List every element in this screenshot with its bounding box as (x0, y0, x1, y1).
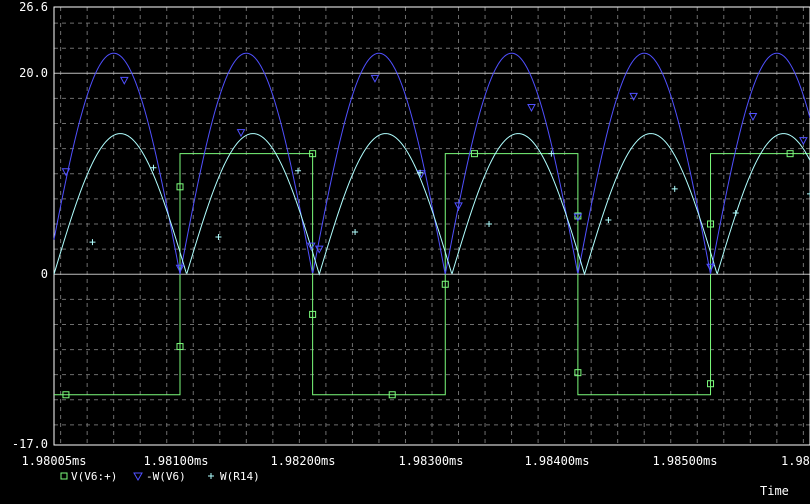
series-1-marker-6 (370, 74, 380, 83)
series-2-marker-8 (605, 216, 612, 223)
legend-marker-plus (208, 473, 214, 479)
series-2-marker-9 (671, 185, 678, 192)
series-2-marker-10 (732, 209, 739, 216)
y-tick-label-top: 26.6 (19, 0, 48, 14)
series-1-marker-3 (236, 129, 246, 138)
legend-label-v6: V(V6:+) (71, 470, 117, 483)
y-tick-label-zero: 0 (41, 267, 48, 281)
x-tick-label-6: 1.98 (781, 454, 810, 468)
x-axis-title: Time (760, 484, 789, 498)
series-2-marker-4 (352, 229, 359, 236)
series-1-marker-9 (527, 103, 536, 113)
legend-marker-triangle (133, 472, 143, 482)
x-tick-label-4: 1.98400ms (524, 454, 589, 468)
series-2-marker-3 (295, 167, 302, 174)
series-1-marker-1 (119, 76, 129, 85)
x-tick-label-1: 1.98100ms (143, 454, 208, 468)
x-tick-label-5: 1.98500ms (652, 454, 717, 468)
y-tick-label-bottom: -17.0 (12, 437, 48, 451)
x-tick-label-2: 1.98200ms (270, 454, 335, 468)
legend-label-wv6: -W(V6) (146, 470, 186, 483)
series-2-marker-2 (215, 234, 222, 241)
legend-label-wr14: W(R14) (220, 470, 260, 483)
series-2-marker-6 (486, 220, 493, 227)
legend-marker-square (60, 472, 68, 480)
x-tick-label-0: 1.98005ms (21, 454, 86, 468)
legend: V(V6:+) -W(V6) W(R14) (60, 470, 260, 483)
series-2-marker-0 (89, 239, 96, 246)
series-1-marker-11 (629, 92, 638, 101)
series-1-marker-0 (61, 168, 71, 177)
probe-plot: 26.6 20.0 0 -17.0 1.98005ms 1.98100ms 1.… (12, 0, 810, 498)
x-tick-label-3: 1.98300ms (398, 454, 463, 468)
y-tick-label-20: 20.0 (19, 66, 48, 80)
grid (54, 7, 810, 445)
